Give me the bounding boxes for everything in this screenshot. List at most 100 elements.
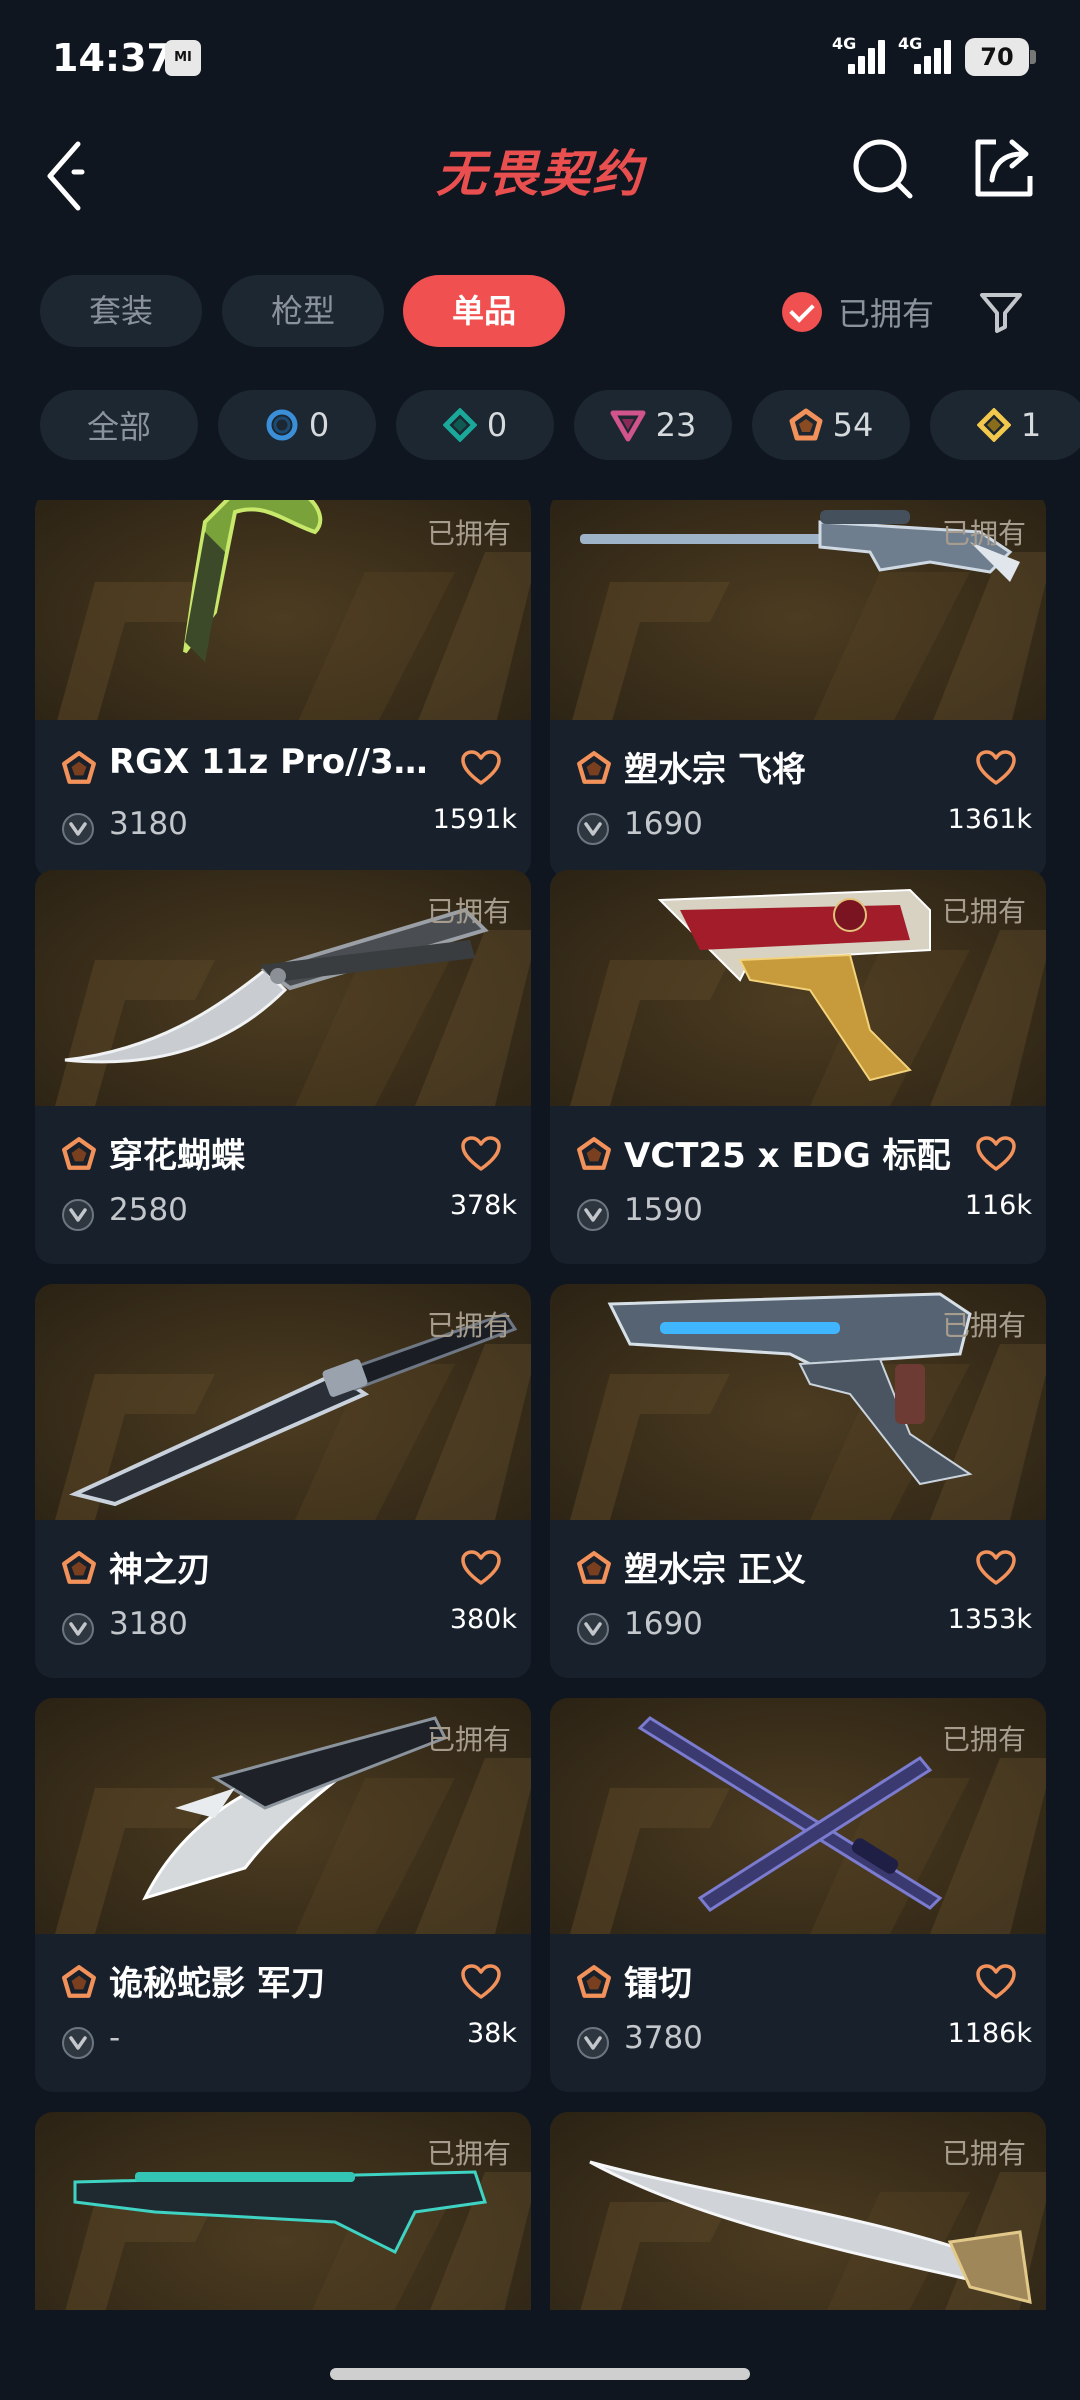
- rarity-filter-all[interactable]: 全部: [40, 390, 198, 460]
- rarity-count: 0: [308, 406, 330, 444]
- heart-icon: [461, 1964, 501, 1999]
- battery-icon: 70: [965, 38, 1029, 76]
- pentagon-orange-icon: [577, 1551, 611, 1584]
- skin-card[interactable]: 已拥有 VCT25 x EDG 标配 1590 116k: [550, 870, 1046, 1264]
- skin-price: 3180: [109, 806, 188, 842]
- tab-sets[interactable]: 套装: [40, 275, 202, 347]
- skin-info: 镭切 3780 1186k: [550, 1934, 1046, 2092]
- tab-weapon-types[interactable]: 枪型: [222, 275, 384, 347]
- favorite-button[interactable]: [461, 1964, 501, 2004]
- search-button[interactable]: [848, 134, 918, 204]
- pentagon-orange-icon: [62, 1965, 96, 1998]
- owner-count: 38k: [467, 2018, 517, 2049]
- bottom-nav-area: [0, 2310, 1080, 2400]
- pentagon-orange-icon: [577, 1137, 611, 1170]
- favorite-button[interactable]: [976, 750, 1016, 790]
- owner-count: 378k: [449, 1190, 517, 1221]
- item-grid: 已拥有 RGX 11z Pro//3.0... 3180 1591k 已拥有 塑…: [0, 500, 1080, 2310]
- skin-info: RGX 11z Pro//3.0... 3180 1591k: [35, 720, 531, 878]
- valorant-points-icon: [577, 813, 609, 845]
- skin-card[interactable]: 已拥有 RGX 11z Pro//3.0... 3180 1591k: [35, 500, 531, 878]
- owned-tag: 已拥有: [941, 2137, 1026, 2170]
- skin-name: RGX 11z Pro//3.0...: [109, 742, 439, 782]
- skin-card[interactable]: 已拥有 塑水宗 飞将 1690 1361k: [550, 500, 1046, 878]
- heart-icon: [976, 1550, 1016, 1585]
- owner-count: 1353k: [947, 1604, 1032, 1635]
- tier-icon: [576, 1136, 612, 1176]
- tier-icon: [61, 1136, 97, 1176]
- pentagon-orange-icon: [62, 1551, 96, 1584]
- skin-price: 1590: [624, 1192, 703, 1228]
- skin-card[interactable]: 已拥有 镭切 3780 1186k: [550, 1698, 1046, 2092]
- triangle-pink-icon: [610, 410, 646, 442]
- skin-name: 穿花蝴蝶: [109, 1136, 245, 1176]
- skin-name: 诡秘蛇影 军刀: [109, 1964, 325, 2004]
- valorant-points-icon: [577, 1199, 609, 1231]
- owned-filter-toggle[interactable]: 已拥有: [782, 291, 934, 333]
- owned-tag: 已拥有: [426, 895, 511, 928]
- favorite-button[interactable]: [461, 1550, 501, 1590]
- rarity-count: 54: [832, 406, 874, 444]
- heart-icon: [976, 750, 1016, 785]
- valorant-points-icon: [62, 1199, 94, 1231]
- skin-image: 已拥有: [35, 1284, 531, 1520]
- rarity-count: 23: [655, 406, 697, 444]
- skin-card[interactable]: 已拥有 神之刃 3180 380k: [35, 1284, 531, 1678]
- skin-image: 已拥有: [550, 1698, 1046, 1934]
- currency-icon: [61, 812, 95, 850]
- favorite-button[interactable]: [461, 750, 501, 790]
- heart-icon: [461, 1550, 501, 1585]
- rarity-filter-ultra[interactable]: 1: [930, 390, 1080, 460]
- home-indicator[interactable]: [330, 2368, 750, 2380]
- rarity-filter-select[interactable]: 0: [218, 390, 376, 460]
- currency-icon: [576, 1198, 610, 1236]
- tier-icon: [576, 1964, 612, 2004]
- favorite-button[interactable]: [976, 1136, 1016, 1176]
- skin-card[interactable]: 已拥有: [550, 2112, 1046, 2310]
- back-button[interactable]: [40, 132, 100, 212]
- currency-icon: [61, 1198, 95, 1236]
- share-button[interactable]: [968, 132, 1038, 202]
- currency-icon: [61, 1612, 95, 1650]
- valorant-points-icon: [62, 2027, 94, 2059]
- rarity-filter-deluxe[interactable]: 0: [396, 390, 554, 460]
- skin-card[interactable]: 已拥有 塑水宗 正义 1690 1353k: [550, 1284, 1046, 1678]
- tier-icon: [576, 1550, 612, 1590]
- pentagon-orange-icon: [577, 751, 611, 784]
- currency-icon: [576, 1612, 610, 1650]
- skin-info: 穿花蝴蝶 2580 378k: [35, 1106, 531, 1264]
- signal-bars-icon: [910, 38, 958, 74]
- skin-card[interactable]: 已拥有 诡秘蛇影 军刀 - 38k: [35, 1698, 531, 2092]
- owner-count: 1591k: [432, 804, 517, 835]
- mi-notification-icon: MI: [165, 40, 201, 76]
- skin-info: 塑水宗 正义 1690 1353k: [550, 1520, 1046, 1678]
- favorite-button[interactable]: [461, 1136, 501, 1176]
- skin-name: 神之刃: [109, 1550, 211, 1590]
- owner-count: 1361k: [947, 804, 1032, 835]
- skin-card[interactable]: 已拥有 穿花蝴蝶 2580 378k: [35, 870, 531, 1264]
- favorite-button[interactable]: [976, 1964, 1016, 2004]
- tab-single-items[interactable]: 单品: [403, 275, 565, 347]
- pentagon-orange-icon: [577, 1965, 611, 1998]
- back-arrow-icon: [47, 141, 85, 211]
- rarity-filter-premium[interactable]: 23: [574, 390, 732, 460]
- app-logo: 无畏契约: [436, 144, 644, 203]
- owned-tag: 已拥有: [941, 1723, 1026, 1756]
- ring-blue-icon: [266, 409, 298, 441]
- filter-button[interactable]: [976, 287, 1026, 337]
- tier-icon: [61, 1964, 97, 2004]
- diamond-teal-icon: [442, 408, 477, 442]
- skin-price: 3180: [109, 1606, 188, 1642]
- favorite-button[interactable]: [976, 1550, 1016, 1590]
- pentagon-orange-icon: [62, 751, 96, 784]
- owned-tag: 已拥有: [426, 517, 511, 550]
- owned-tag: 已拥有: [941, 1309, 1026, 1342]
- valorant-points-icon: [577, 1613, 609, 1645]
- skin-info: 神之刃 3180 380k: [35, 1520, 531, 1678]
- skin-image: 已拥有: [35, 1698, 531, 1934]
- rarity-filter-exclusive[interactable]: 54: [752, 390, 910, 460]
- heart-icon: [976, 1964, 1016, 1999]
- skin-card[interactable]: 已拥有: [35, 2112, 531, 2310]
- diamond-yellow-icon: [976, 408, 1011, 442]
- skin-price: 1690: [624, 806, 703, 842]
